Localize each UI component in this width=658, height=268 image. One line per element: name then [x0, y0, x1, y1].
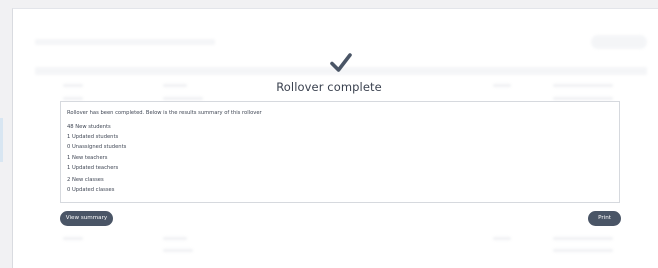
dialog-title: Rollover complete: [276, 80, 382, 94]
new-teachers-count: 1 New teachers: [67, 155, 108, 161]
rollover-complete-dialog: Rollover complete Rollover has been comp…: [0, 0, 658, 267]
new-students-count: 48 New students: [67, 124, 111, 130]
results-summary-box: Rollover has been completed. Below is th…: [60, 101, 620, 203]
updated-teachers-count: 1 Updated teachers: [67, 165, 119, 171]
print-button[interactable]: Print: [588, 211, 621, 226]
students-summary: 48 New students 1 Updated students 0 Una…: [67, 122, 126, 152]
updated-students-count: 1 Updated students: [67, 134, 119, 140]
view-summary-button[interactable]: View summary: [60, 211, 113, 226]
new-classes-count: 2 New classes: [67, 177, 104, 183]
summary-intro-text: Rollover has been completed. Below is th…: [67, 110, 262, 116]
checkmark-icon: [330, 53, 352, 72]
updated-classes-count: 0 Updated classes: [67, 187, 115, 193]
unassigned-students-count: 0 Unassigned students: [67, 144, 127, 150]
classes-summary: 2 New classes 0 Updated classes: [67, 175, 114, 195]
teachers-summary: 1 New teachers 1 Updated teachers: [67, 153, 118, 173]
